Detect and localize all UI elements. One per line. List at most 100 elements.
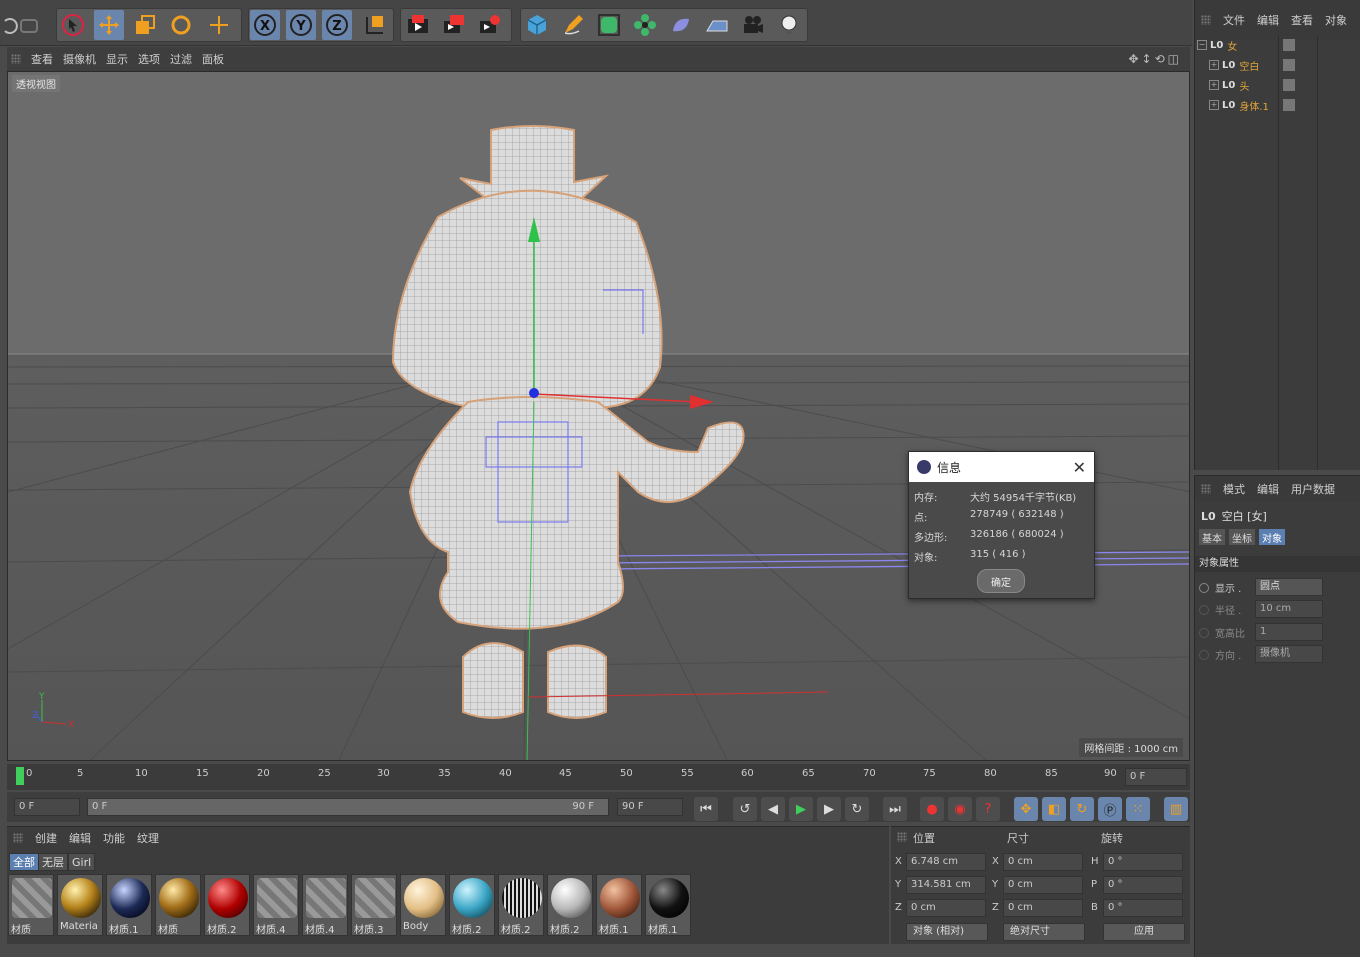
- auto-key-icon[interactable]: ◉: [948, 797, 972, 821]
- material-swatch[interactable]: 材质.4: [302, 874, 348, 936]
- mat-tab-girl[interactable]: Girl: [68, 853, 96, 871]
- light-icon[interactable]: [774, 10, 804, 40]
- keyframe-help-icon[interactable]: ?: [976, 797, 1000, 821]
- am-menu-userdata[interactable]: 用户数据: [1291, 481, 1335, 497]
- rotate-icon[interactable]: [166, 10, 196, 40]
- display-dropdown[interactable]: 圆点: [1255, 578, 1323, 596]
- move-plus-icon[interactable]: [204, 10, 234, 40]
- vp-menu-filter[interactable]: 过滤: [170, 51, 192, 67]
- coord-mode-dropdown[interactable]: 对象 (相对): [906, 923, 988, 941]
- vp-menu-display[interactable]: 显示: [106, 51, 128, 67]
- am-menu-edit[interactable]: 编辑: [1257, 481, 1279, 497]
- vp-menu-camera[interactable]: 摄像机: [63, 51, 96, 67]
- rotation-b-field[interactable]: 0 °: [1103, 899, 1183, 917]
- go-to-end-icon[interactable]: ⏭: [883, 797, 907, 821]
- next-frame-icon[interactable]: ▶: [817, 797, 841, 821]
- render-view-icon[interactable]: [403, 10, 433, 40]
- material-swatch[interactable]: 材质.2: [204, 874, 250, 936]
- timeline-ruler[interactable]: 0 5 10 15 20 25 30 35 40 45 50 55 60 65 …: [7, 764, 1190, 790]
- radio-icon[interactable]: [1199, 582, 1209, 593]
- key-param-icon[interactable]: Ⓟ: [1098, 797, 1122, 821]
- floor-icon[interactable]: [702, 10, 732, 40]
- perspective-viewport[interactable]: Y X Z 透视视图 网格间距 : 1000 cm: [7, 71, 1190, 761]
- y-axis-icon[interactable]: Y: [286, 10, 316, 40]
- material-swatch[interactable]: 材质: [155, 874, 201, 936]
- om-menu-view[interactable]: 查看: [1291, 12, 1313, 28]
- cloner-icon[interactable]: [630, 10, 660, 40]
- subdivision-icon[interactable]: [594, 10, 624, 40]
- position-x-field[interactable]: 6.748 cm: [906, 853, 986, 871]
- rotation-p-field[interactable]: 0 °: [1103, 876, 1183, 894]
- vp-menu-options[interactable]: 选项: [138, 51, 160, 67]
- am-menu-mode[interactable]: 模式: [1223, 481, 1245, 497]
- key-scale-icon[interactable]: ◧: [1042, 797, 1066, 821]
- tab-object[interactable]: 对象: [1259, 529, 1285, 545]
- material-swatch[interactable]: 材质: [8, 874, 54, 936]
- start-frame-field[interactable]: 0 F: [14, 798, 80, 816]
- cube-icon[interactable]: [522, 10, 552, 40]
- mat-tab-nolayer[interactable]: 无层: [38, 853, 68, 871]
- material-swatch[interactable]: Body: [400, 874, 446, 936]
- move-icon[interactable]: [94, 10, 124, 40]
- mat-menu-edit[interactable]: 编辑: [69, 830, 91, 846]
- next-key-icon[interactable]: ↻: [845, 797, 869, 821]
- close-icon[interactable]: ✕: [1073, 458, 1086, 477]
- go-to-start-icon[interactable]: ⏮: [694, 797, 718, 821]
- size-z-field[interactable]: 0 cm: [1003, 899, 1083, 917]
- material-swatch[interactable]: Materia: [57, 874, 103, 936]
- play-icon[interactable]: ▶: [789, 797, 813, 821]
- mat-menu-create[interactable]: 创建: [35, 830, 57, 846]
- end-frame-field[interactable]: 90 F: [617, 798, 683, 816]
- visibility-icon[interactable]: [1283, 39, 1295, 51]
- material-swatch[interactable]: 材质.1: [596, 874, 642, 936]
- current-frame-field[interactable]: 0 F: [1125, 768, 1187, 786]
- deformer-icon[interactable]: [666, 10, 696, 40]
- material-swatch[interactable]: 材质.2: [449, 874, 495, 936]
- vp-menu-panel[interactable]: 面板: [202, 51, 224, 67]
- visibility-icon[interactable]: [1283, 79, 1295, 91]
- om-menu-edit[interactable]: 编辑: [1257, 12, 1279, 28]
- playhead[interactable]: [16, 767, 24, 785]
- collapse-icon[interactable]: −: [1197, 40, 1207, 50]
- z-axis-icon[interactable]: Z: [322, 10, 352, 40]
- size-mode-dropdown[interactable]: 绝对尺寸: [1003, 923, 1085, 941]
- viewport-nav-icon[interactable]: ✥↕⟲◫: [1128, 52, 1182, 66]
- material-swatch[interactable]: 材质.1: [106, 874, 152, 936]
- redo-icon[interactable]: [14, 10, 44, 40]
- expand-icon[interactable]: +: [1209, 80, 1219, 90]
- material-swatch[interactable]: 材质.4: [253, 874, 299, 936]
- pen-icon[interactable]: [558, 10, 588, 40]
- material-swatch[interactable]: 材质.2: [547, 874, 593, 936]
- key-move-icon[interactable]: ✥: [1014, 797, 1038, 821]
- object-item-female[interactable]: − L0 女: [1197, 35, 1357, 55]
- select-arrow-icon[interactable]: [58, 10, 88, 40]
- render-settings-icon[interactable]: [475, 10, 505, 40]
- ok-button[interactable]: 确定: [977, 569, 1025, 593]
- apply-button[interactable]: 应用: [1103, 923, 1185, 941]
- frame-range-slider[interactable]: 0 F 90 F: [87, 798, 609, 816]
- expand-icon[interactable]: +: [1209, 60, 1219, 70]
- om-menu-object[interactable]: 对象: [1325, 12, 1347, 28]
- record-icon[interactable]: ●: [920, 797, 944, 821]
- visibility-icon[interactable]: [1283, 59, 1295, 71]
- rotation-h-field[interactable]: 0 °: [1103, 853, 1183, 871]
- key-points-icon[interactable]: ⁙: [1126, 797, 1150, 821]
- prev-frame-icon[interactable]: ◀: [761, 797, 785, 821]
- tab-coord[interactable]: 坐标: [1229, 529, 1255, 545]
- coordinate-system-icon[interactable]: [360, 10, 390, 40]
- camera-icon[interactable]: [738, 10, 768, 40]
- key-rotate-icon[interactable]: ↻: [1070, 797, 1094, 821]
- film-icon[interactable]: ▥: [1164, 797, 1188, 821]
- render-picture-icon[interactable]: [439, 10, 469, 40]
- material-swatch[interactable]: 材质.3: [351, 874, 397, 936]
- position-y-field[interactable]: 314.581 cm: [906, 876, 986, 894]
- expand-icon[interactable]: +: [1209, 100, 1219, 110]
- material-swatch[interactable]: 材质.2: [498, 874, 544, 936]
- mat-menu-texture[interactable]: 纹理: [137, 830, 159, 846]
- prev-key-icon[interactable]: ↺: [733, 797, 757, 821]
- x-axis-icon[interactable]: X: [250, 10, 280, 40]
- tab-basic[interactable]: 基本: [1199, 529, 1225, 545]
- attr-row-display[interactable]: 显示 .: [1199, 580, 1241, 595]
- size-y-field[interactable]: 0 cm: [1003, 876, 1083, 894]
- om-menu-file[interactable]: 文件: [1223, 12, 1245, 28]
